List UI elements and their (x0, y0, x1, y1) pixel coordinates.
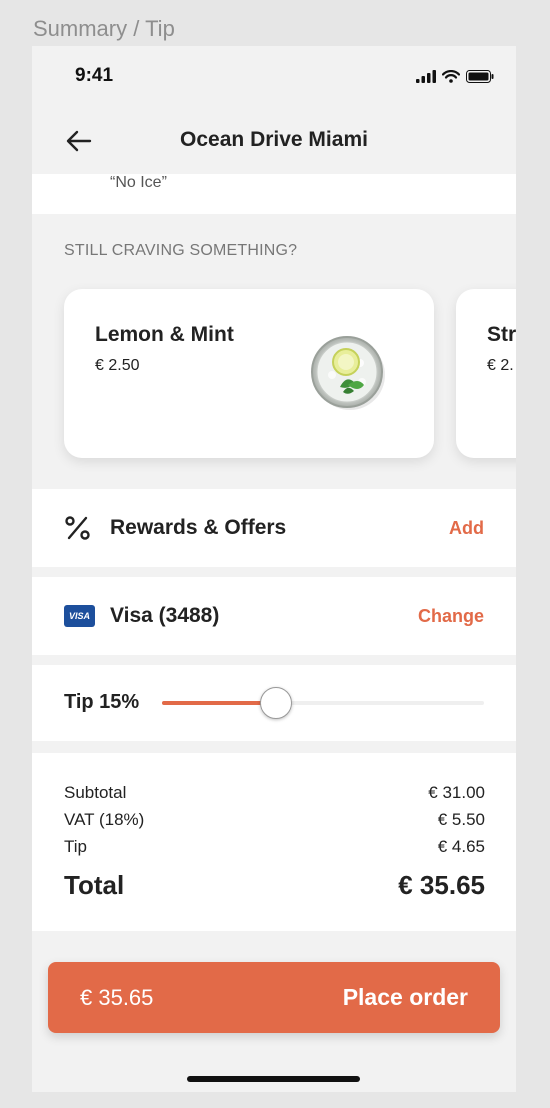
tip-slider-fill (162, 701, 275, 705)
upsell-product-card[interactable]: Lemon & Mint € 2.50 (64, 289, 434, 458)
home-indicator (187, 1076, 360, 1082)
arrow-left-icon (66, 130, 92, 152)
frame-label: Summary / Tip (33, 16, 175, 41)
back-button[interactable] (64, 126, 94, 156)
tip-amount-row: Tip € 4.65 (64, 837, 485, 857)
place-order-price: € 35.65 (80, 984, 154, 1010)
subtotal-value: € 31.00 (428, 783, 485, 802)
subtotal-label: Subtotal (64, 783, 127, 802)
subtotal-row: Subtotal € 31.00 (64, 783, 485, 803)
tip-slider[interactable] (162, 687, 484, 719)
order-item-note-card: “No Ice” (32, 174, 516, 214)
total-row: Total € 35.65 (64, 870, 485, 901)
visa-card-icon: VISA (64, 605, 95, 627)
nav-header: Ocean Drive Miami (32, 106, 516, 174)
vat-value: € 5.50 (437, 810, 485, 829)
order-note: “No Ice” (110, 174, 167, 191)
rewards-label: Rewards & Offers (110, 516, 287, 539)
page-title: Ocean Drive Miami (180, 128, 368, 151)
status-bar: 9:41 (32, 46, 516, 106)
lemon-mint-drink-image (311, 336, 385, 410)
product-name: Lemon & Mint (95, 323, 234, 346)
total-label: Total (64, 870, 125, 900)
percent-icon (65, 516, 90, 540)
tip-row: Tip 15% (32, 665, 516, 741)
tip-amount-label: Tip (64, 837, 87, 856)
product-price: € 2.50 (95, 357, 140, 374)
tip-slider-thumb[interactable] (259, 687, 292, 719)
add-rewards-button[interactable]: Add (449, 518, 484, 539)
change-payment-button[interactable]: Change (418, 606, 484, 627)
rewards-offers-row[interactable]: Rewards & Offers Add (32, 489, 516, 567)
payment-method-row[interactable]: VISA Visa (3488) Change (32, 577, 516, 655)
payment-method-label: Visa (3488) (110, 604, 220, 627)
battery-icon (466, 69, 494, 83)
place-order-button[interactable]: € 35.65 Place order (48, 962, 500, 1033)
wifi-icon (442, 69, 460, 83)
product-price: € 2. (487, 357, 514, 374)
product-name: Str (487, 323, 516, 346)
total-value: € 35.65 (398, 870, 485, 900)
signal-icon (416, 69, 436, 83)
upsell-section-title: STILL CRAVING SOMETHING? (64, 242, 298, 259)
upsell-product-card[interactable]: Str € 2. (456, 289, 516, 458)
tip-amount-value: € 4.65 (437, 837, 485, 856)
vat-row: VAT (18%) € 5.50 (64, 810, 485, 830)
status-icons (416, 69, 494, 83)
vat-label: VAT (18%) (64, 810, 145, 829)
place-order-label: Place order (342, 984, 468, 1010)
order-summary: Subtotal € 31.00 VAT (18%) € 5.50 Tip € … (32, 753, 516, 931)
status-time: 9:41 (75, 65, 114, 86)
phone-screen: 9:41 Ocean Drive Miami “No Ice” STILL CR… (32, 46, 516, 1092)
tip-label: Tip 15% (64, 691, 140, 713)
